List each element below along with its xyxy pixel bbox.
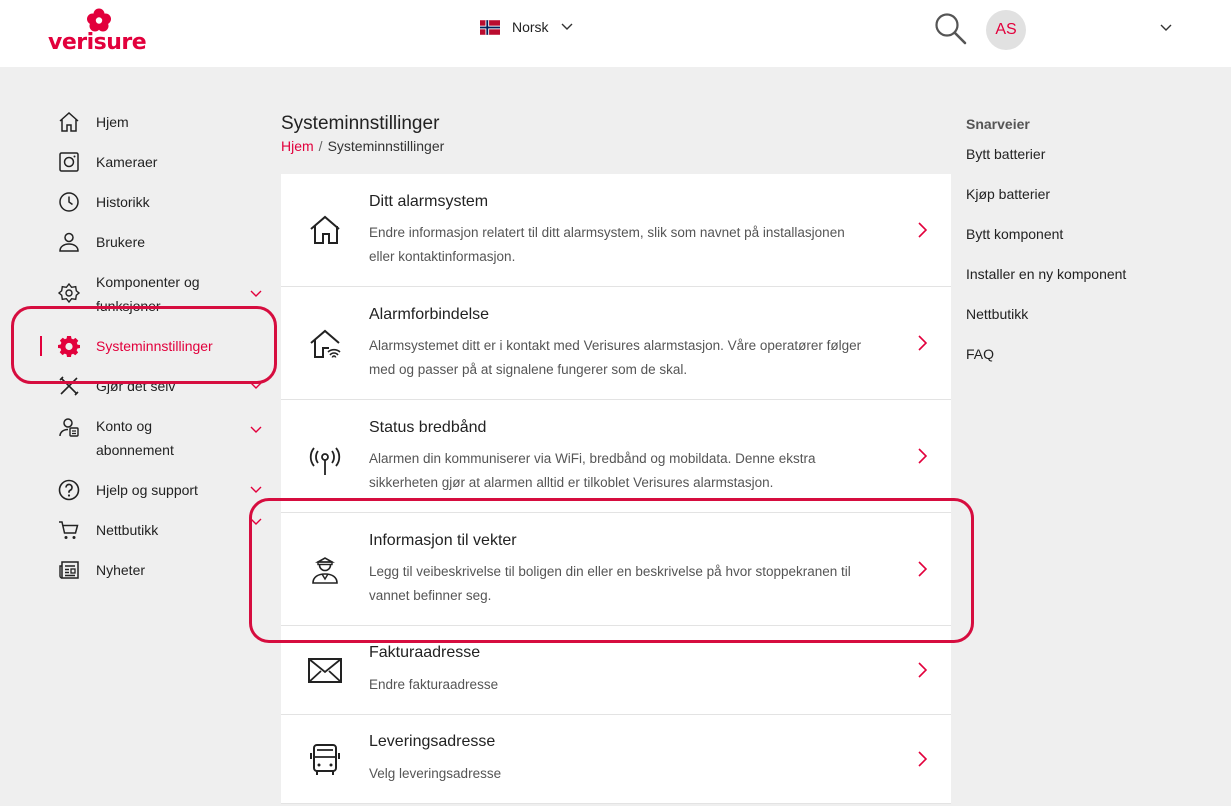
sidebar-item-hjelp[interactable]: Hjelp og support [57, 478, 277, 518]
home-icon [59, 111, 79, 132]
guard-icon [312, 557, 338, 584]
sidebar-item-label: Hjem [96, 114, 129, 130]
chevron-down-icon [250, 518, 262, 525]
sidebar-item-nyheter[interactable]: Nyheter [57, 558, 277, 598]
clock-icon [59, 192, 79, 212]
sidebar-item-label: Konto og abonnement [96, 418, 174, 458]
shortcut-faq[interactable]: FAQ [966, 340, 1126, 380]
chevron-down-icon [561, 23, 573, 30]
sidebar-item-label: Komponenter og funksjoner [96, 274, 200, 314]
tools-icon [59, 376, 79, 396]
language-selector[interactable]: Norsk [480, 19, 573, 35]
shortcuts-heading: Snarveier [966, 116, 1030, 132]
card-title: Leveringsadresse [369, 733, 496, 750]
chevron-down-icon [250, 382, 262, 389]
language-label: Norsk [512, 19, 549, 35]
sidebar-nav: Hjem Kameraer Historikk Brukere Komponen… [40, 110, 277, 598]
sidebar-item-label: Hjelp og support [96, 482, 198, 498]
sidebar-item-historikk[interactable]: Historikk [57, 190, 277, 230]
envelope-icon [308, 658, 342, 683]
house-wifi-icon [310, 329, 341, 358]
active-indicator [40, 336, 42, 356]
camera-icon [59, 152, 79, 172]
sidebar-item-label: Brukere [96, 234, 146, 250]
components-icon [57, 282, 81, 304]
card-description: Alarmen din kommuniserer via WiFi, bredb… [369, 451, 816, 490]
shortcut-nettbutikk[interactable]: Nettbutikk [966, 300, 1126, 340]
shortcuts-panel: Snarveier Bytt batterier Kjøp batterier … [966, 110, 1126, 380]
norway-flag-icon [480, 19, 500, 35]
shortcut-bytt-komponent[interactable]: Bytt komponent [966, 220, 1126, 260]
sidebar-item-label: Nyheter [96, 562, 146, 578]
sidebar-item-label: Nettbutikk [96, 522, 159, 538]
card-description: Alarmsystemet ditt er i kontakt med Veri… [369, 338, 862, 377]
user-avatar[interactable]: AS [986, 10, 1026, 50]
card-description: Endre informasjon relatert til ditt alar… [369, 225, 845, 264]
house-icon [310, 215, 340, 244]
card-title: Ditt alarmsystem [369, 193, 489, 210]
search-icon[interactable] [934, 12, 968, 46]
card-alarmforbindelse[interactable]: Alarmforbindelse Alarmsystemet ditt er i… [281, 287, 951, 400]
shortcut-bytt-batterier[interactable]: Bytt batterier [966, 140, 1126, 180]
sidebar-item-systeminnstillinger[interactable]: Systeminnstillinger [40, 334, 277, 374]
bus-icon [310, 744, 340, 775]
breadcrumb-separator: / [318, 138, 323, 154]
card-title: Fakturaadresse [369, 644, 481, 661]
card-informasjon-til-vekter[interactable]: Informasjon til vekter Legg til veibeskr… [281, 513, 951, 626]
gear-icon [58, 336, 80, 357]
chevron-right-icon [918, 561, 927, 577]
top-header: verisure Norsk AS [0, 0, 1231, 67]
sidebar-item-label: Historikk [96, 194, 150, 210]
sidebar-item-label: Systeminnstillinger [96, 338, 213, 354]
sidebar-item-gjor-det-selv[interactable]: Gjør det selv [57, 374, 277, 414]
card-fakturaadresse[interactable]: Fakturaadresse Endre fakturaadresse [281, 626, 951, 715]
verisure-logo[interactable]: verisure [48, 8, 152, 56]
breadcrumb-current: Systeminnstillinger [327, 138, 445, 154]
card-description: Endre fakturaadresse [369, 677, 499, 692]
card-ditt-alarmsystem[interactable]: Ditt alarmsystem Endre informasjon relat… [281, 174, 951, 287]
sidebar-item-hjem[interactable]: Hjem [57, 110, 277, 150]
card-description: Velg leveringsadresse [369, 766, 502, 781]
chevron-right-icon [918, 662, 927, 678]
shortcut-kjop-batterier[interactable]: Kjøp batterier [966, 180, 1126, 220]
chevron-down-icon [250, 290, 262, 297]
card-status-bredband[interactable]: Status bredbånd Alarmen din kommuniserer… [281, 400, 951, 513]
card-description: Legg til veibeskrivelse til boligen din … [369, 564, 851, 603]
sidebar-item-label: Gjør det selv [96, 378, 176, 394]
avatar-initials: AS [995, 21, 1017, 38]
logo-text: verisure [48, 30, 147, 55]
chevron-down-icon [250, 426, 262, 433]
help-icon [58, 479, 80, 501]
page-title: Systeminnstillinger [281, 113, 440, 134]
sidebar-item-nettbutikk[interactable]: Nettbutikk [57, 518, 277, 558]
account-icon [59, 418, 79, 437]
shortcut-installer-komponent[interactable]: Installer en ny komponent [966, 260, 1126, 300]
antenna-icon [309, 447, 341, 475]
card-title: Status bredbånd [369, 419, 487, 436]
cart-icon [59, 521, 79, 539]
sidebar-item-kameraer[interactable]: Kameraer [57, 150, 277, 190]
sidebar-item-konto[interactable]: Konto og abonnement [57, 414, 277, 478]
chevron-down-icon [250, 486, 262, 493]
news-icon [59, 561, 79, 579]
sidebar-item-label: Kameraer [96, 154, 158, 170]
chevron-right-icon [918, 751, 927, 767]
sidebar-item-brukere[interactable]: Brukere [57, 230, 277, 270]
sidebar-item-komponenter[interactable]: Komponenter og funksjoner [57, 270, 277, 334]
verisure-flower-icon [87, 8, 111, 32]
card-leveringsadresse[interactable]: Leveringsadresse Velg leveringsadresse [281, 715, 951, 804]
card-title: Alarmforbindelse [369, 306, 490, 323]
breadcrumb: Hjem / Systeminnstillinger [281, 138, 444, 154]
chevron-right-icon [918, 448, 927, 464]
card-title: Informasjon til vekter [369, 532, 517, 549]
users-icon [59, 232, 79, 252]
user-menu-chevron-icon[interactable] [1160, 24, 1172, 32]
chevron-right-icon [918, 222, 927, 238]
breadcrumb-home-link[interactable]: Hjem [281, 138, 314, 154]
chevron-right-icon [918, 335, 927, 351]
